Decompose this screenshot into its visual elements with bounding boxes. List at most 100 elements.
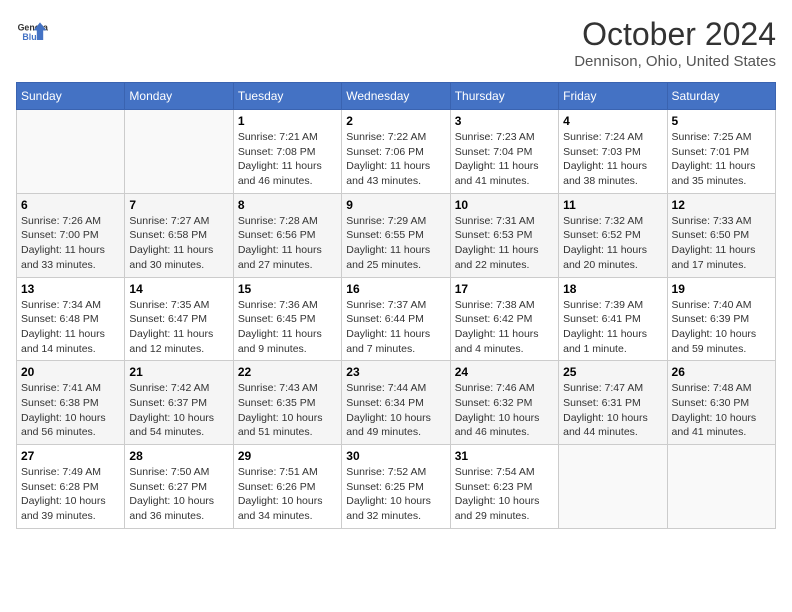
calendar-cell	[17, 110, 125, 194]
header: General Blue October 2024 Dennison, Ohio…	[16, 16, 776, 70]
calendar-cell: 22 Sunrise: 7:43 AMSunset: 6:35 PMDayligh…	[233, 361, 341, 445]
calendar-cell: 17Sunrise: 7:38 AMSunset: 6:42 PMDayligh…	[450, 277, 558, 361]
cell-day-number: 26	[672, 365, 771, 379]
sunset-text: Sunset: 6:45 PM	[238, 313, 316, 325]
daylight-text: Daylight: 11 hours and 43 minutes.	[346, 160, 430, 187]
cell-day-number: 12	[672, 198, 771, 212]
daylight-text: Daylight: 11 hours and 17 minutes.	[672, 244, 756, 271]
daylight-text: Daylight: 10 hours and 39 minutes.	[21, 495, 106, 522]
sunrise-text: Sunrise: 7:27 AM	[129, 215, 209, 227]
daylight-text: Daylight: 11 hours and 4 minutes.	[455, 328, 539, 355]
sunrise-text: Sunrise: 7:33 AM	[672, 215, 752, 227]
calendar-cell: 28Sunrise: 7:50 AMSunset: 6:27 PMDayligh…	[125, 445, 233, 529]
cell-info: Sunrise: 7:47 AMSunset: 6:31 PMDaylight:…	[563, 381, 662, 440]
sunrise-text: Sunrise: 7:51 AM	[238, 466, 318, 478]
sunset-text: Sunset: 6:44 PM	[346, 313, 424, 325]
col-header-wednesday: Wednesday	[342, 83, 450, 110]
sunset-text: Sunset: 7:00 PM	[21, 229, 99, 241]
calendar-cell: 1Sunrise: 7:21 AMSunset: 7:08 PMDaylight…	[233, 110, 341, 194]
daylight-text: Daylight: 11 hours and 27 minutes.	[238, 244, 322, 271]
calendar-cell: 20Sunrise: 7:41 AMSunset: 6:38 PMDayligh…	[17, 361, 125, 445]
sunrise-text: Sunrise: 7:38 AM	[455, 299, 535, 311]
calendar-cell: 8Sunrise: 7:28 AMSunset: 6:56 PMDaylight…	[233, 193, 341, 277]
col-header-tuesday: Tuesday	[233, 83, 341, 110]
calendar-cell: 16Sunrise: 7:37 AMSunset: 6:44 PMDayligh…	[342, 277, 450, 361]
sunset-text: Sunset: 6:30 PM	[672, 397, 750, 409]
cell-info: Sunrise: 7:44 AMSunset: 6:34 PMDaylight:…	[346, 381, 445, 440]
daylight-text: Daylight: 11 hours and 25 minutes.	[346, 244, 430, 271]
page-subtitle: Dennison, Ohio, United States	[574, 53, 776, 70]
sunset-text: Sunset: 6:26 PM	[238, 481, 316, 493]
cell-day-number: 17	[455, 282, 554, 296]
calendar-cell	[559, 445, 667, 529]
calendar-week-row: 27Sunrise: 7:49 AMSunset: 6:28 PMDayligh…	[17, 445, 776, 529]
cell-day-number: 19	[672, 282, 771, 296]
sunset-text: Sunset: 6:27 PM	[129, 481, 207, 493]
cell-info: Sunrise: 7:21 AMSunset: 7:08 PMDaylight:…	[238, 130, 337, 189]
calendar-cell: 4Sunrise: 7:24 AMSunset: 7:03 PMDaylight…	[559, 110, 667, 194]
cell-day-number: 18	[563, 282, 662, 296]
sunrise-text: Sunrise: 7:29 AM	[346, 215, 426, 227]
sunset-text: Sunset: 6:53 PM	[455, 229, 533, 241]
cell-info: Sunrise: 7:43 AMSunset: 6:35 PMDaylight:…	[238, 381, 337, 440]
sunrise-text: Sunrise: 7:49 AM	[21, 466, 101, 478]
cell-info: Sunrise: 7:37 AMSunset: 6:44 PMDaylight:…	[346, 298, 445, 357]
cell-day-number: 22	[238, 365, 337, 379]
sunset-text: Sunset: 6:52 PM	[563, 229, 641, 241]
col-header-friday: Friday	[559, 83, 667, 110]
daylight-text: Daylight: 10 hours and 41 minutes.	[672, 412, 757, 439]
sunrise-text: Sunrise: 7:47 AM	[563, 382, 643, 394]
cell-info: Sunrise: 7:29 AMSunset: 6:55 PMDaylight:…	[346, 214, 445, 273]
sunrise-text: Sunrise: 7:36 AM	[238, 299, 318, 311]
calendar-week-row: 13Sunrise: 7:34 AMSunset: 6:48 PMDayligh…	[17, 277, 776, 361]
sunset-text: Sunset: 7:03 PM	[563, 146, 641, 158]
cell-day-number: 7	[129, 198, 228, 212]
daylight-text: Daylight: 10 hours and 51 minutes.	[238, 412, 323, 439]
daylight-text: Daylight: 10 hours and 44 minutes.	[563, 412, 648, 439]
col-header-saturday: Saturday	[667, 83, 775, 110]
calendar-cell: 26Sunrise: 7:48 AMSunset: 6:30 PMDayligh…	[667, 361, 775, 445]
cell-info: Sunrise: 7:46 AMSunset: 6:32 PMDaylight:…	[455, 381, 554, 440]
calendar-cell	[667, 445, 775, 529]
sunset-text: Sunset: 6:34 PM	[346, 397, 424, 409]
daylight-text: Daylight: 10 hours and 59 minutes.	[672, 328, 757, 355]
logo-icon: General Blue	[16, 16, 48, 48]
cell-info: Sunrise: 7:42 AM Sunset: 6:37 PM Daylight:…	[129, 381, 228, 440]
sunset-text: Sunset: 6:28 PM	[21, 481, 99, 493]
cell-info: Sunrise: 7:28 AMSunset: 6:56 PMDaylight:…	[238, 214, 337, 273]
calendar-cell: 6Sunrise: 7:26 AMSunset: 7:00 PMDaylight…	[17, 193, 125, 277]
calendar-table: SundayMondayTuesdayWednesdayThursdayFrid…	[16, 82, 776, 529]
calendar-cell: 2Sunrise: 7:22 AMSunset: 7:06 PMDaylight…	[342, 110, 450, 194]
daylight-text: Daylight: 10 hours and 46 minutes.	[455, 412, 540, 439]
sunset-text: Sunset: 6:41 PM	[563, 313, 641, 325]
calendar-cell: 31Sunrise: 7:54 AMSunset: 6:23 PMDayligh…	[450, 445, 558, 529]
sunrise-text: Sunrise: 7:50 AM	[129, 466, 209, 478]
cell-info: Sunrise: 7:33 AMSunset: 6:50 PMDaylight:…	[672, 214, 771, 273]
sunset-text: Sunset: 6:35 PM	[238, 397, 316, 409]
cell-info: Sunrise: 7:49 AM Sunset: 6:28 PM Daylight:…	[21, 465, 120, 524]
calendar-week-row: 6Sunrise: 7:26 AMSunset: 7:00 PMDaylight…	[17, 193, 776, 277]
sunrise-text: Sunrise: 7:41 AM	[21, 382, 101, 394]
sunrise-text: Sunrise: 7:37 AM	[346, 299, 426, 311]
cell-info: Sunrise: 7:51 AM Sunset: 6:26 PM Daylight:…	[238, 465, 337, 524]
calendar-cell: 30Sunrise: 7:52 AMSunset: 6:25 PMDayligh…	[342, 445, 450, 529]
cell-day-number: 4	[563, 114, 662, 128]
sunset-text: Sunset: 6:37 PM	[129, 397, 207, 409]
sunrise-text: Sunrise: 7:26 AM	[21, 215, 101, 227]
calendar-cell: 23Sunrise: 7:44 AMSunset: 6:34 PMDayligh…	[342, 361, 450, 445]
sunrise-text: Sunrise: 7:28 AM	[238, 215, 318, 227]
daylight-text: Daylight: 10 hours and 54 minutes.	[129, 412, 214, 439]
calendar-header-row: SundayMondayTuesdayWednesdayThursdayFrid…	[17, 83, 776, 110]
logo: General Blue	[16, 16, 48, 48]
cell-info: Sunrise: 7:26 AMSunset: 7:00 PMDaylight:…	[21, 214, 120, 273]
title-area: October 2024 Dennison, Ohio, United Stat…	[574, 16, 776, 70]
sunset-text: Sunset: 6:25 PM	[346, 481, 424, 493]
daylight-text: Daylight: 10 hours and 34 minutes.	[238, 495, 323, 522]
cell-info: Sunrise: 7:40 AMSunset: 6:39 PMDaylight:…	[672, 298, 771, 357]
sunset-text: Sunset: 6:23 PM	[455, 481, 533, 493]
calendar-cell: 21Sunrise: 7:42 AMSunset: 6:37 PMDayligh…	[125, 361, 233, 445]
calendar-cell: 10Sunrise: 7:31 AMSunset: 6:53 PMDayligh…	[450, 193, 558, 277]
calendar-cell: 15Sunrise: 7:36 AMSunset: 6:45 PMDayligh…	[233, 277, 341, 361]
sunrise-text: Sunrise: 7:42 AM	[129, 382, 209, 394]
daylight-text: Daylight: 11 hours and 30 minutes.	[129, 244, 213, 271]
